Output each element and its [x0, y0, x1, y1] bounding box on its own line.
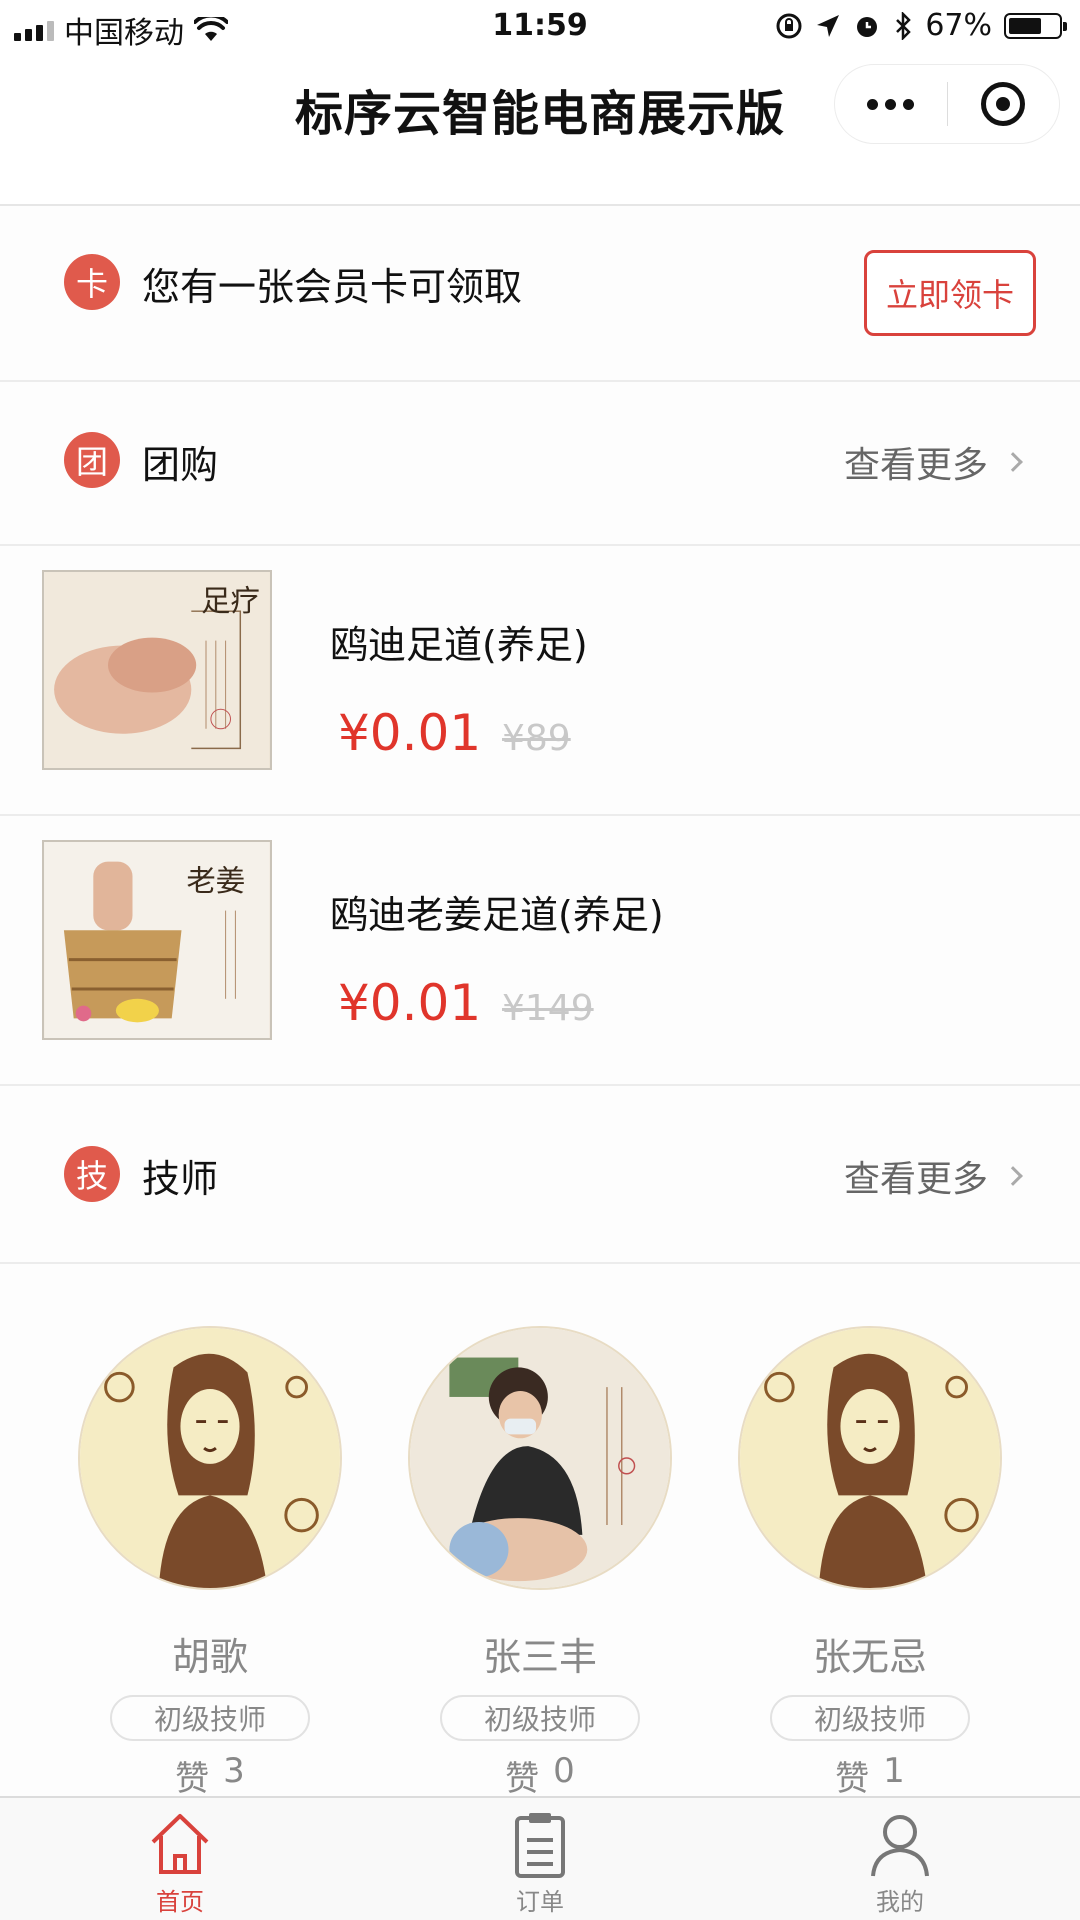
- status-bar: 中国移动 11:59 67%: [0, 0, 1080, 52]
- tech-badge-icon: 技: [64, 1146, 120, 1202]
- clipboard-icon: [515, 1813, 565, 1878]
- tab-home[interactable]: 首页: [0, 1798, 360, 1920]
- technician-avatar: [738, 1326, 1002, 1590]
- technician-name: 胡歌: [171, 1635, 248, 1679]
- battery-icon: [1004, 12, 1067, 39]
- alarm-icon: [857, 16, 878, 37]
- location-icon: [817, 14, 840, 37]
- tab-label: 我的: [876, 1888, 924, 1916]
- bluetooth-icon: [896, 11, 912, 40]
- tab-bar: 首页 订单 我的: [0, 1796, 1080, 1920]
- technician-avatar: [408, 1326, 672, 1590]
- product-image: 老姜: [42, 840, 272, 1040]
- member-card-text: 您有一张会员卡可领取: [142, 265, 523, 309]
- nav-bar: 标序云智能电商展示版: [0, 52, 1080, 206]
- home-icon: [151, 1814, 209, 1874]
- product-original-price: ¥149: [502, 988, 594, 1029]
- technician-avatar: [78, 1326, 342, 1590]
- member-card-row: 卡 您有一张会员卡可领取 立即领卡: [0, 206, 1080, 382]
- more-label: 查看更多: [843, 445, 988, 486]
- technicians-grid: 胡歌 初级技师 赞 3 张三丰 初级技师 赞 0 张无忌 初级技师 赞 1: [0, 1264, 1080, 1804]
- product-name: 鸥迪足道(养足): [330, 623, 588, 667]
- product-price: ¥0.01: [338, 704, 482, 762]
- technicians-title: 技师: [142, 1157, 219, 1201]
- likes-label: 赞: [505, 1759, 540, 1799]
- likes-count: 0: [553, 1751, 575, 1791]
- group-badge-icon: 团: [64, 432, 120, 488]
- group-buy-more-link[interactable]: 查看更多: [843, 436, 1023, 488]
- status-right: 67%: [775, 8, 1067, 43]
- target-icon: [981, 82, 1026, 126]
- technicians-more-link[interactable]: 查看更多: [843, 1150, 1023, 1202]
- tab-label: 订单: [516, 1888, 564, 1916]
- technician-card[interactable]: 胡歌 初级技师 赞 3: [60, 1326, 360, 1800]
- svg-text:足疗: 足疗: [201, 584, 260, 618]
- product-item[interactable]: 足疗 鸥迪足道(养足) ¥0.01 ¥89: [0, 546, 1080, 816]
- likes-label: 赞: [175, 1759, 210, 1799]
- technician-level-badge: 初级技师: [440, 1695, 640, 1741]
- technician-likes: 赞 1: [720, 1751, 1020, 1800]
- product-original-price: ¥89: [502, 718, 571, 759]
- mini-program-capsule: [834, 64, 1060, 144]
- product-price: ¥0.01: [338, 974, 482, 1032]
- technicians-header: 技 技师 查看更多: [0, 1086, 1080, 1264]
- svg-text:老姜: 老姜: [186, 864, 245, 898]
- technician-card[interactable]: 张三丰 初级技师 赞 0: [390, 1326, 690, 1800]
- technician-name: 张三丰: [482, 1635, 597, 1679]
- card-badge-icon: 卡: [64, 254, 120, 310]
- group-buy-header: 团 团购 查看更多: [0, 382, 1080, 546]
- tab-label: 首页: [156, 1888, 204, 1916]
- product-image: 足疗: [42, 570, 272, 770]
- technician-name: 张无忌: [812, 1635, 927, 1679]
- more-dots-icon: [867, 98, 915, 110]
- battery-percent: 67%: [925, 8, 992, 43]
- product-item[interactable]: 老姜 鸥迪老姜足道(养足) ¥0.01 ¥149: [0, 816, 1080, 1086]
- group-buy-title: 团购: [142, 443, 219, 487]
- more-options-button[interactable]: [835, 65, 947, 143]
- technician-level-badge: 初级技师: [110, 1695, 310, 1741]
- chevron-right-icon: [1003, 1166, 1023, 1186]
- tab-orders[interactable]: 订单: [360, 1798, 720, 1920]
- technician-level-badge: 初级技师: [770, 1695, 970, 1741]
- likes-count: 3: [223, 1751, 245, 1791]
- chevron-right-icon: [1003, 452, 1023, 472]
- rotation-lock-icon: [776, 13, 802, 38]
- technician-card[interactable]: 张无忌 初级技师 赞 1: [720, 1326, 1020, 1800]
- technician-likes: 赞 0: [390, 1751, 690, 1800]
- likes-count: 1: [883, 1751, 905, 1791]
- tab-profile[interactable]: 我的: [720, 1798, 1080, 1920]
- likes-label: 赞: [835, 1759, 870, 1799]
- technician-likes: 赞 3: [60, 1751, 360, 1800]
- more-label: 查看更多: [843, 1159, 988, 1200]
- close-mini-program-button[interactable]: [947, 65, 1059, 143]
- main-content: 卡 您有一张会员卡可领取 立即领卡 团 团购 查看更多 足疗 鸥迪足道(养足) …: [0, 206, 1080, 1804]
- product-name: 鸥迪老姜足道(养足): [330, 893, 664, 937]
- user-icon: [871, 1815, 929, 1877]
- claim-card-button[interactable]: 立即领卡: [864, 250, 1036, 336]
